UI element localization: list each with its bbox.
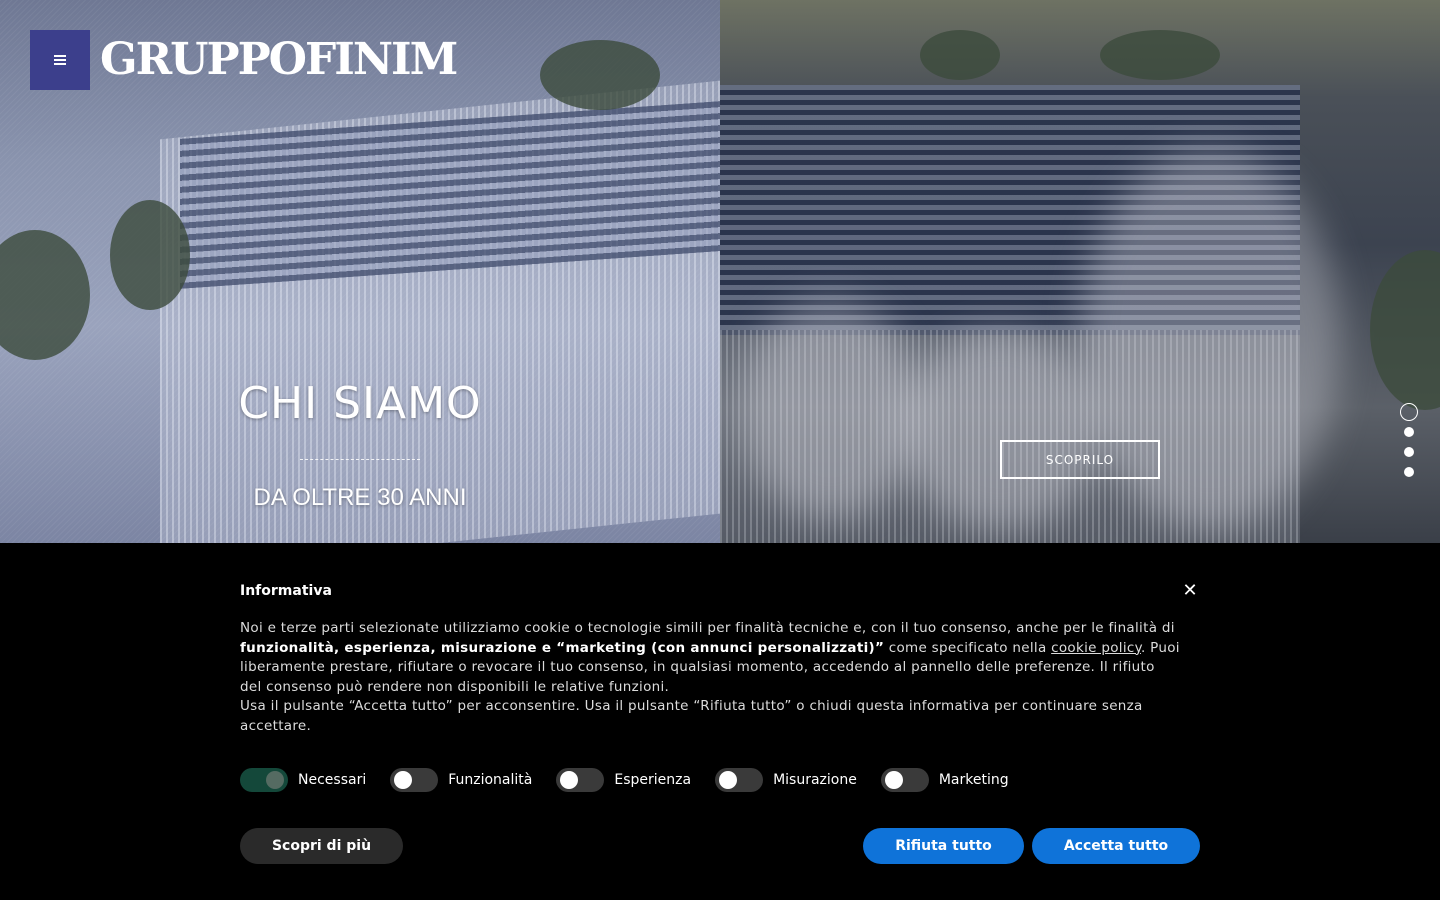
consent-toggles: Necessari Funzionalità Esperienza Misura… <box>240 768 1033 792</box>
toggle-misurazione: Misurazione <box>715 768 857 792</box>
toggle-necessari: Necessari <box>240 768 366 792</box>
logo[interactable]: GRUPPOFINIM <box>100 36 458 84</box>
close-icon[interactable]: ✕ <box>1180 581 1200 601</box>
learn-more-button[interactable]: Scopri di più <box>240 828 403 864</box>
slide-dot-4[interactable] <box>1404 467 1414 477</box>
menu-button[interactable] <box>30 30 90 90</box>
hero-section: GRUPPOFINIM CHI SIAMO DA OLTRE 30 ANNI S… <box>0 0 1440 543</box>
cookie-text: Noi e terze parti selezionate utilizziam… <box>240 619 1180 737</box>
toggle-funzionalita: Funzionalità <box>390 768 532 792</box>
cookie-title: Informativa <box>240 583 332 599</box>
toggle-label: Marketing <box>938 772 1009 788</box>
toggle-marketing: Marketing <box>880 768 1009 792</box>
slide-dot-3[interactable] <box>1404 447 1414 457</box>
hero-subtitle: DA OLTRE 30 ANNI <box>253 484 467 511</box>
cookie-text-4: Usa il pulsante “Accetta tutto” per acco… <box>240 698 1143 734</box>
toggle-switch[interactable] <box>240 768 288 792</box>
slide-dot-2[interactable] <box>1404 427 1414 437</box>
cookie-text-bold: funzionalità, esperienza, misurazione e … <box>240 639 885 656</box>
toggle-switch[interactable] <box>556 768 605 792</box>
toggle-label: Funzionalità <box>448 772 533 788</box>
slide-dot-1[interactable] <box>1400 403 1418 421</box>
cookie-text-1: Noi e terze parti selezionate utilizziam… <box>240 620 1175 636</box>
slide-pagination <box>1400 403 1418 487</box>
toggle-switch[interactable] <box>715 768 764 792</box>
accept-all-button[interactable]: Accetta tutto <box>1032 828 1200 864</box>
cookie-banner: Informativa ✕ Noi e terze parti selezion… <box>0 543 1440 900</box>
toggle-esperienza: Esperienza <box>556 768 691 792</box>
cookie-policy-link[interactable]: cookie policy <box>1051 640 1141 656</box>
hero-divider <box>300 459 420 460</box>
toggle-label: Misurazione <box>773 772 857 788</box>
reject-all-button[interactable]: Rifiuta tutto <box>863 828 1024 864</box>
toggle-label: Esperienza <box>614 772 692 788</box>
cookie-text-2: come specificato nella <box>884 639 1052 656</box>
toggle-switch[interactable] <box>880 768 929 792</box>
toggle-switch[interactable] <box>390 768 439 792</box>
hamburger-icon <box>54 55 66 65</box>
hero-title: CHI SIAMO <box>238 378 482 429</box>
discover-button[interactable]: SCOPRILO <box>1000 440 1160 479</box>
toggle-label: Necessari <box>298 772 367 788</box>
